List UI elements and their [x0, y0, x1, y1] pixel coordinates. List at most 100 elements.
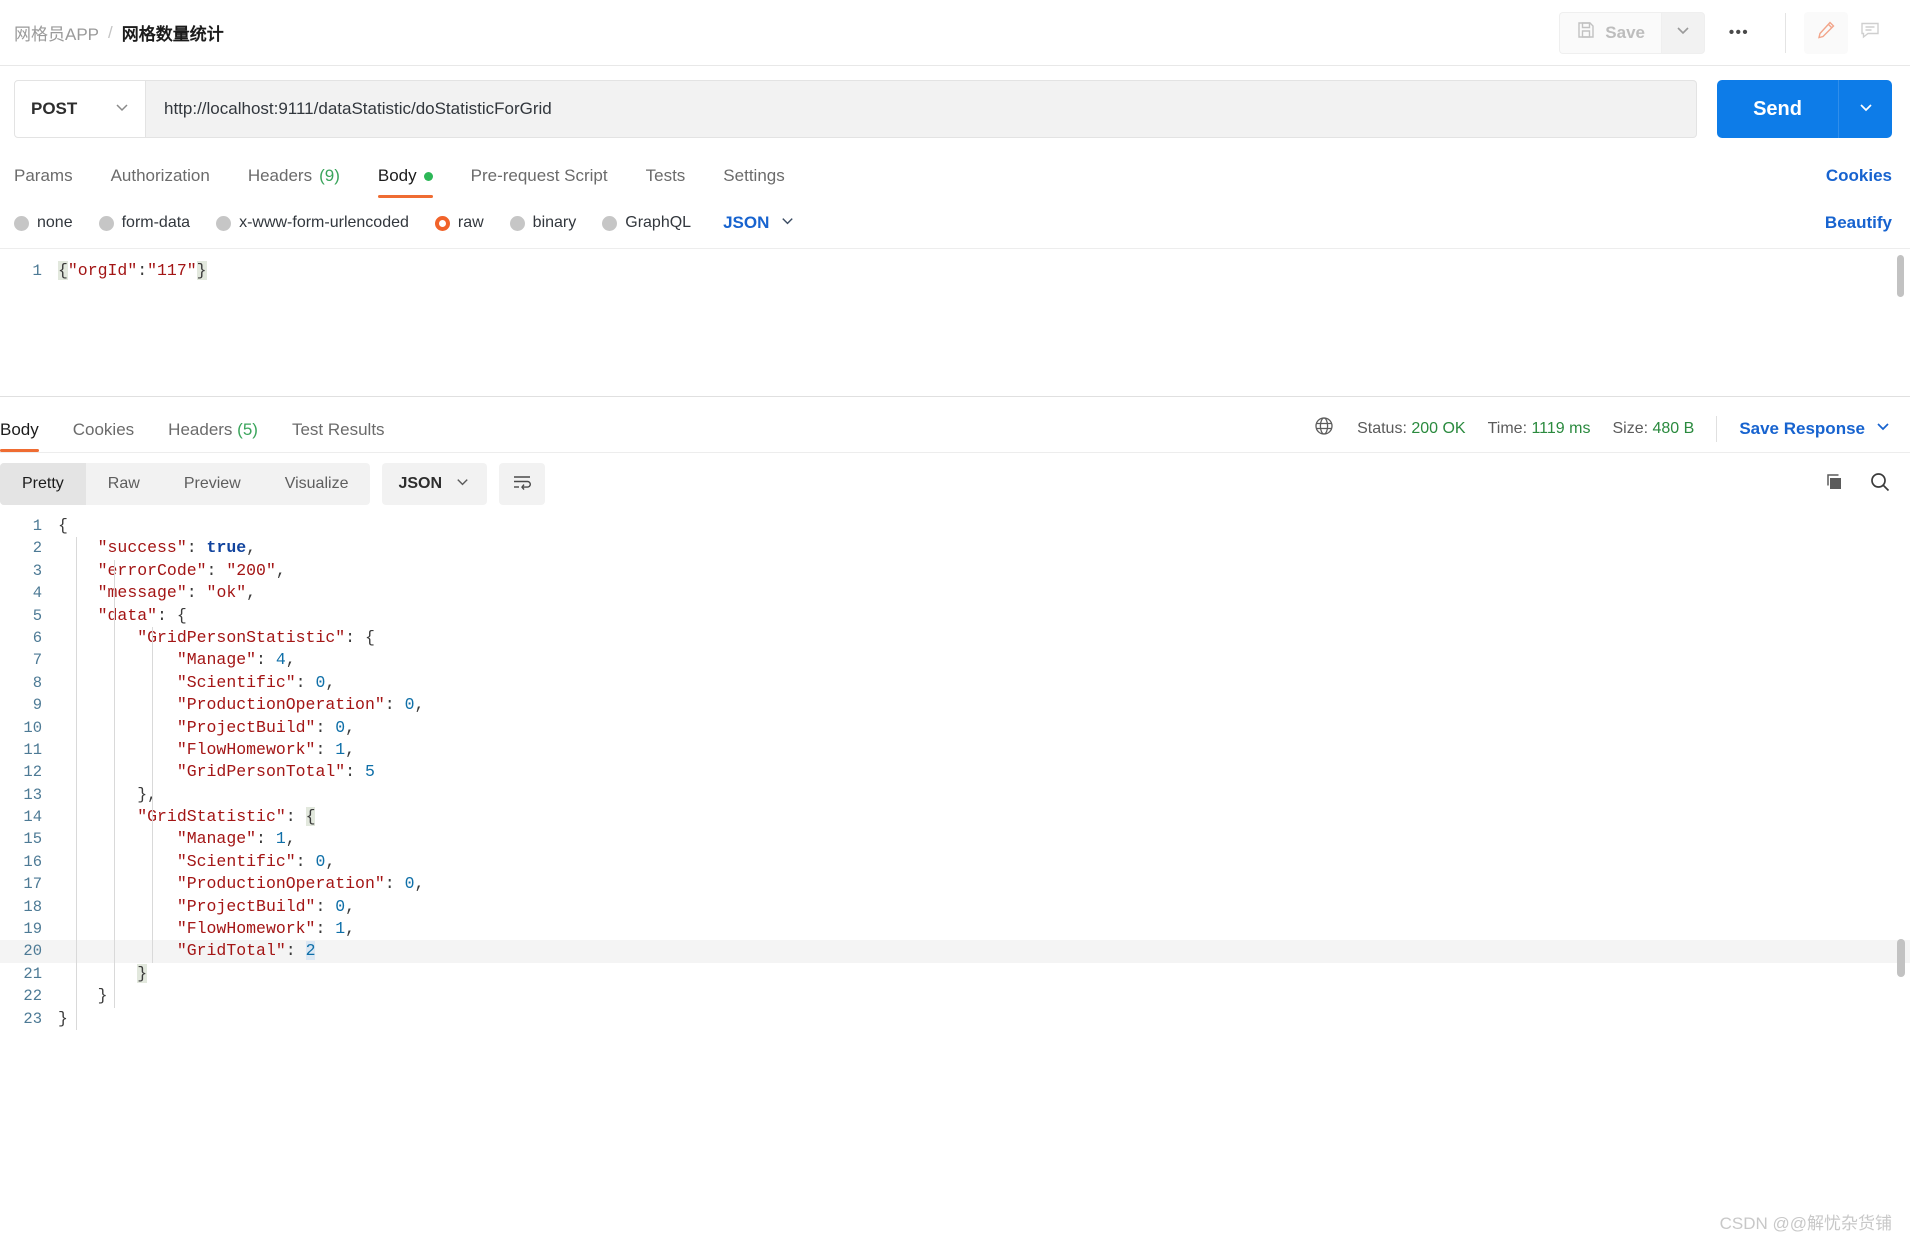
token-key: "ProjectBuild": [176, 717, 316, 737]
view-mode-visualize[interactable]: Visualize: [263, 463, 371, 505]
response-tab-body[interactable]: Body: [0, 420, 39, 452]
response-code-lines: 1{2 "success": true, 3 "errorCode": "200"…: [0, 515, 1910, 1030]
response-tab-test-results[interactable]: Test Results: [292, 420, 385, 452]
request-tab-headers[interactable]: Headers (9): [248, 166, 340, 198]
line-number: 12: [23, 763, 42, 782]
edit-button[interactable]: [1804, 11, 1848, 54]
token-punc: }: [97, 986, 108, 1006]
token-num: 0: [404, 874, 415, 894]
token-num: 0: [335, 896, 346, 916]
response-code-line: 23}: [0, 1008, 1910, 1030]
search-icon[interactable]: [1868, 470, 1892, 499]
view-mode-pretty[interactable]: Pretty: [0, 463, 86, 505]
line-number: 8: [32, 673, 42, 692]
toolbar-divider: [1785, 12, 1786, 53]
code-content: "GridStatistic": {: [58, 806, 316, 828]
token-punc: :: [384, 874, 405, 894]
indent-guide: [76, 537, 77, 1031]
body-type-none[interactable]: none: [14, 214, 73, 232]
body-type-graphql[interactable]: GraphQL: [602, 214, 691, 232]
send-dropdown-button[interactable]: [1838, 80, 1892, 138]
send-button[interactable]: Send: [1717, 80, 1838, 138]
token-punc: ,: [414, 874, 425, 894]
token-key: "ProductionOperation": [176, 695, 385, 715]
copy-icon[interactable]: [1822, 470, 1846, 499]
save-button[interactable]: Save: [1559, 11, 1661, 54]
send-button-group: Send: [1717, 80, 1892, 138]
request-editor-scrollbar[interactable]: [1897, 255, 1904, 297]
url-bar: POST http://localhost:9111/dataStatistic…: [0, 66, 1910, 150]
token-punc: :: [345, 762, 365, 782]
token-punc: ,: [345, 717, 356, 737]
word-wrap-button[interactable]: [499, 463, 546, 505]
beautify-button[interactable]: Beautify: [1825, 213, 1892, 233]
code-content: },: [58, 784, 157, 806]
code-content: "data": {: [58, 605, 187, 627]
response-code-line: 19 "FlowHomework": 1,: [0, 918, 1910, 940]
response-code-line: 9 "ProductionOperation": 0,: [0, 694, 1910, 716]
tab-label: Cookies: [72, 420, 135, 439]
comment-button[interactable]: [1848, 12, 1892, 54]
tab-label: Settings: [723, 166, 785, 185]
method-select[interactable]: POST: [14, 80, 146, 138]
token-punc: ,: [285, 829, 296, 849]
response-code-line: 1{: [0, 515, 1910, 537]
code-content: "FlowHomework": 1,: [58, 918, 355, 940]
chevron-down-icon: [779, 212, 796, 234]
request-body-code: {"orgId":"117"}: [58, 257, 207, 285]
response-tab-headers[interactable]: Headers (5): [168, 420, 258, 452]
code-content: "Manage": 1,: [58, 828, 296, 850]
response-tab-cookies[interactable]: Cookies: [73, 420, 134, 452]
request-body-editor[interactable]: 1 {"orgId":"117"}: [0, 249, 1910, 397]
line-number: 17: [23, 875, 42, 894]
body-type-x-www-form-urlencoded[interactable]: x-www-form-urlencoded: [216, 214, 409, 232]
body-type-form-data[interactable]: form-data: [98, 214, 190, 232]
indent-guide: [114, 560, 115, 1009]
status-label: Status:: [1357, 419, 1407, 437]
code-content: "message": "ok",: [58, 582, 256, 604]
line-number: 5: [32, 606, 42, 625]
response-code-line: 6 "GridPersonStatistic": {: [0, 627, 1910, 649]
response-code-line: 7 "Manage": 4,: [0, 649, 1910, 671]
view-mode-preview[interactable]: Preview: [162, 463, 263, 505]
response-body-editor[interactable]: 1{2 "success": true, 3 "errorCode": "200"…: [0, 515, 1910, 1244]
request-tab-params[interactable]: Params: [14, 166, 73, 198]
response-meta: Status: 200 OK Time: 1119 ms Size: 480 B…: [1313, 415, 1892, 452]
breadcrumb-parent[interactable]: 网格员APP: [14, 20, 99, 45]
response-format-select[interactable]: JSON: [382, 463, 488, 505]
code-content: "ProductionOperation": 0,: [58, 694, 425, 716]
request-tab-authorization[interactable]: Authorization: [111, 166, 210, 198]
word-wrap-icon: [511, 472, 533, 497]
request-tab-settings[interactable]: Settings: [723, 166, 784, 198]
indent-guide: [152, 627, 153, 964]
code-content: "GridTotal": 2: [58, 940, 316, 962]
body-format-select[interactable]: JSON: [723, 212, 796, 234]
request-tab-pre-request-script[interactable]: Pre-request Script: [471, 166, 608, 198]
token-key: "ProductionOperation": [176, 874, 385, 894]
url-input[interactable]: http://localhost:9111/dataStatistic/doSt…: [146, 80, 1698, 138]
radio-icon: [98, 215, 114, 231]
token-num: 0: [335, 717, 346, 737]
code-content: "GridPersonTotal": 5: [58, 761, 375, 783]
view-mode-label: Pretty: [22, 475, 64, 492]
line-number: 1: [32, 262, 42, 280]
tab-label: Headers: [247, 166, 313, 185]
save-response-button[interactable]: Save Response: [1739, 417, 1892, 440]
token-punc: :: [295, 851, 316, 871]
size-item: Size: 480 B: [1612, 420, 1694, 438]
code-content: "success": true,: [58, 537, 256, 559]
save-dropdown-button[interactable]: [1661, 11, 1705, 54]
body-type-raw[interactable]: raw: [434, 214, 484, 232]
body-type-binary[interactable]: binary: [509, 214, 576, 232]
token-punc: :: [186, 583, 207, 603]
response-code-line: 13 },: [0, 784, 1910, 806]
response-editor-scrollbar[interactable]: [1897, 939, 1905, 977]
cookies-link[interactable]: Cookies: [1826, 166, 1892, 198]
more-options-button[interactable]: •••: [1711, 12, 1767, 54]
radio-icon: [14, 215, 29, 231]
token-key: "Manage": [176, 650, 257, 670]
request-tab-body[interactable]: Body: [377, 166, 433, 198]
view-mode-raw[interactable]: Raw: [86, 463, 162, 505]
request-tab-tests[interactable]: Tests: [646, 166, 686, 198]
token-key: "GridTotal": [176, 941, 286, 961]
